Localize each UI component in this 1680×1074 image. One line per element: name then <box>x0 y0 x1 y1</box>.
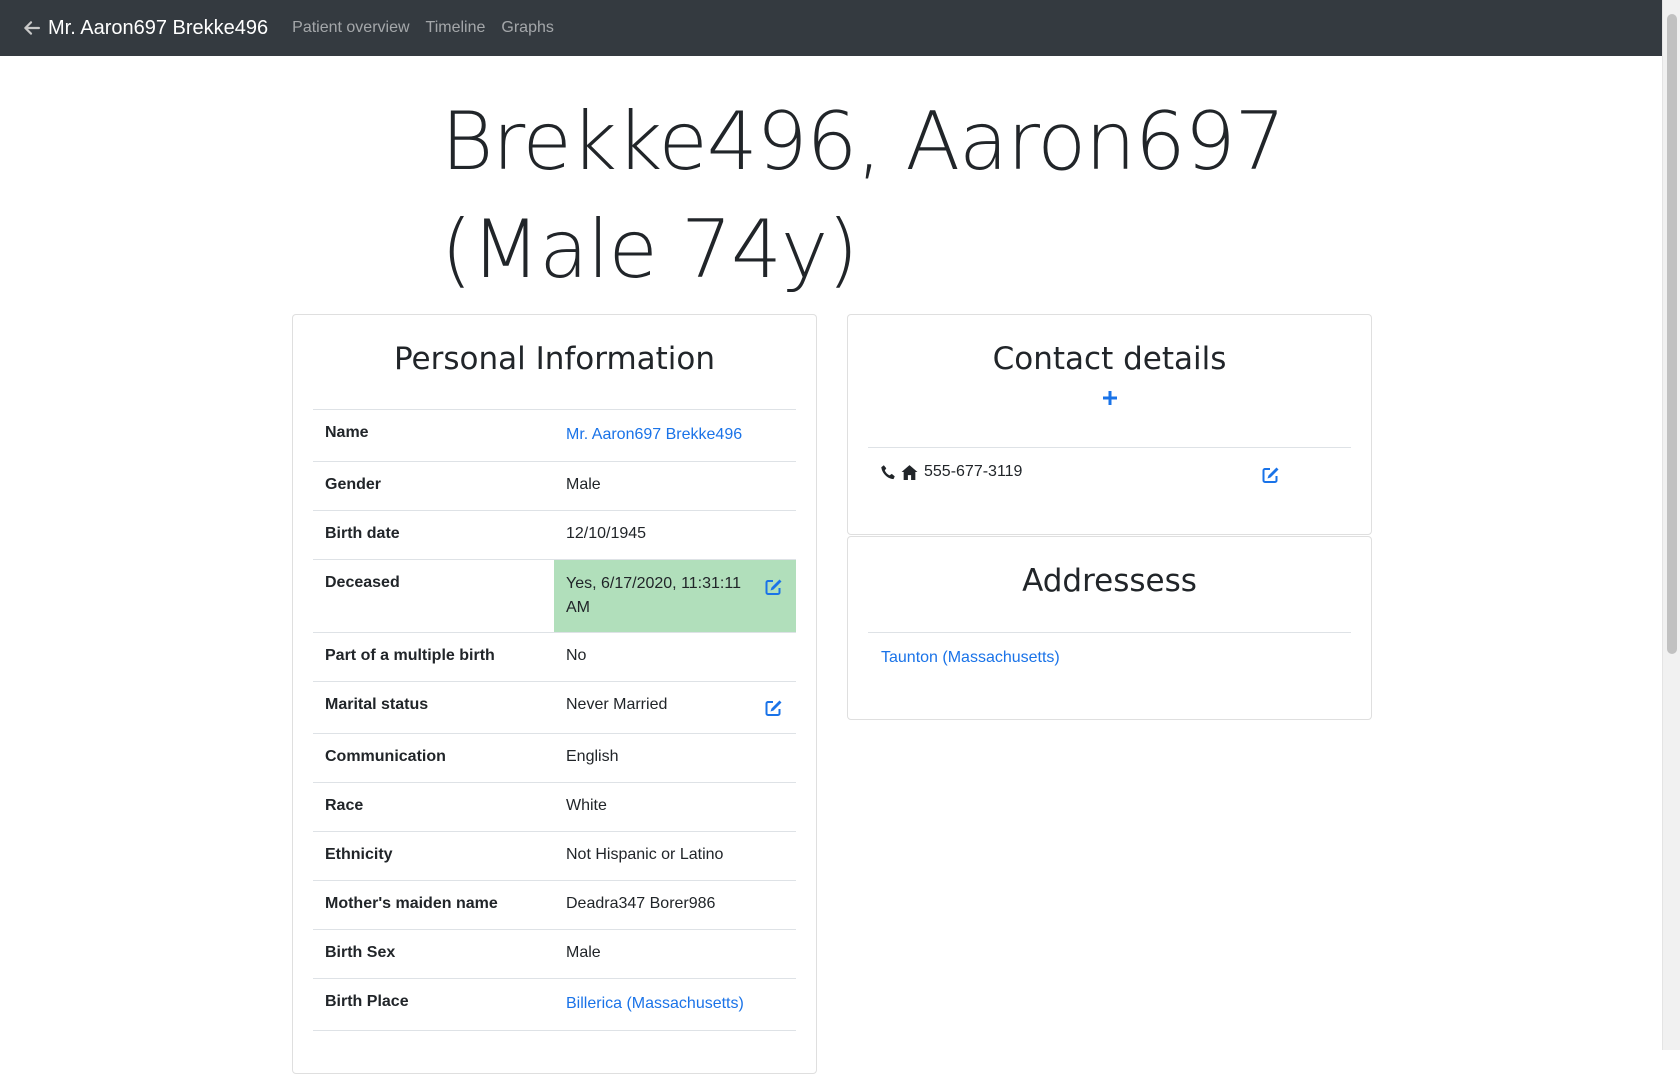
table-row: Mother's maiden name Deadra347 Borer986 <box>313 880 796 930</box>
deceased-cell: Yes, 6/17/2020, 11:31:11 AM <box>554 559 796 633</box>
contact-details-card: Contact details 555-677-3119 <box>847 314 1372 535</box>
table-row: Birth Place Billerica (Massachusetts) <box>313 978 796 1031</box>
patient-brand: Mr. Aaron697 Brekke496 <box>48 16 269 39</box>
row-label: Gender <box>313 461 554 511</box>
page-title: Brekke496, Aaron697 (Male 74y) <box>441 88 1286 304</box>
nav-timeline[interactable]: Timeline <box>426 19 486 37</box>
table-row: Part of a multiple birth No <box>313 632 796 682</box>
page-scrollbar[interactable] <box>1662 0 1680 1050</box>
table-row: Gender Male <box>313 461 796 511</box>
row-label: Deceased <box>313 559 554 633</box>
row-value: Male <box>554 929 796 979</box>
arrow-left-icon <box>24 21 40 35</box>
row-value: Not Hispanic or Latino <box>554 831 796 881</box>
edit-icon[interactable] <box>1261 465 1281 485</box>
contact-phone-row: 555-677-3119 <box>880 463 1022 481</box>
row-label: Name <box>313 409 554 462</box>
row-label: Race <box>313 782 554 832</box>
row-value: Deadra347 Borer986 <box>554 880 796 930</box>
divider <box>868 447 1351 448</box>
edit-icon[interactable] <box>764 577 784 597</box>
table-row: Race White <box>313 782 796 832</box>
row-value: English <box>554 733 796 783</box>
row-value: White <box>554 782 796 832</box>
marital-status-cell: Never Married <box>554 681 796 734</box>
row-value: No <box>554 632 796 682</box>
row-label: Birth Sex <box>313 929 554 979</box>
nav-patient-overview[interactable]: Patient overview <box>292 19 409 37</box>
table-row: Marital status Never Married <box>313 681 796 734</box>
row-label: Birth date <box>313 510 554 560</box>
top-navbar: Mr. Aaron697 Brekke496 Patient overview … <box>0 0 1662 56</box>
addresses-title: Addressess <box>1022 563 1197 599</box>
row-value: 12/10/1945 <box>554 510 796 560</box>
table-row <box>313 1030 796 1071</box>
row-value: Never Married <box>566 696 668 713</box>
address-link[interactable]: Taunton (Massachusetts) <box>881 649 1060 667</box>
divider <box>868 632 1351 633</box>
edit-icon[interactable] <box>764 698 784 718</box>
page-title-name: Brekke496, Aaron697 <box>441 95 1286 188</box>
table-row: Birth date 12/10/1945 <box>313 510 796 560</box>
row-label: Birth Place <box>313 978 554 1031</box>
personal-information-table: Name Mr. Aaron697 Brekke496 Gender Male … <box>313 409 796 1071</box>
personal-information-title: Personal Information <box>393 341 716 377</box>
table-row: Birth Sex Male <box>313 929 796 979</box>
row-label: Mother's maiden name <box>313 880 554 930</box>
phone-number: 555-677-3119 <box>924 463 1023 480</box>
row-label: Marital status <box>313 681 554 734</box>
deceased-value: Yes, 6/17/2020, 11:31:11 AM <box>566 575 741 616</box>
table-row: Name Mr. Aaron697 Brekke496 <box>313 409 796 462</box>
table-row: Communication English <box>313 733 796 783</box>
phone-icon <box>881 464 895 479</box>
back-link[interactable]: Mr. Aaron697 Brekke496 <box>22 17 292 40</box>
name-link[interactable]: Mr. Aaron697 Brekke496 <box>566 426 742 443</box>
plus-icon <box>1102 391 1117 405</box>
nav-graphs[interactable]: Graphs <box>501 19 553 37</box>
table-row: Ethnicity Not Hispanic or Latino <box>313 831 796 881</box>
birth-place-link[interactable]: Billerica (Massachusetts) <box>566 995 744 1012</box>
page-title-summary: (Male 74y) <box>441 203 858 296</box>
add-contact-button[interactable] <box>848 390 1371 411</box>
addresses-card: Addressess Taunton (Massachusetts) <box>847 536 1372 720</box>
home-icon <box>901 464 918 480</box>
scrollbar-thumb[interactable] <box>1667 14 1677 654</box>
table-row: Deceased Yes, 6/17/2020, 11:31:11 AM <box>313 559 796 633</box>
row-value: Male <box>554 461 796 511</box>
contact-details-title: Contact details <box>992 341 1227 377</box>
row-label: Part of a multiple birth <box>313 632 554 682</box>
row-label: Communication <box>313 733 554 783</box>
row-label: Ethnicity <box>313 831 554 881</box>
personal-information-card: Personal Information Name Mr. Aaron697 B… <box>292 314 817 1074</box>
